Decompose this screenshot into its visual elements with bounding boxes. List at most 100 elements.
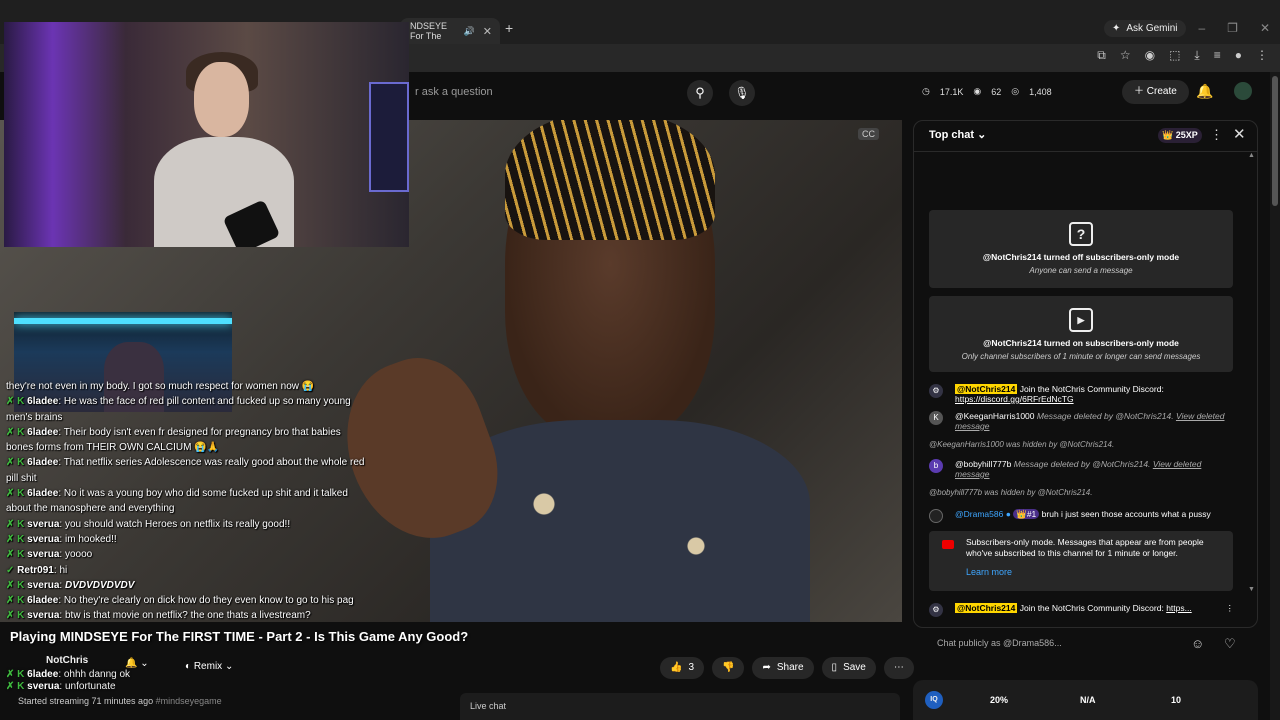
chat-author[interactable]: @bobyhill777b <box>955 459 1011 469</box>
chat-message[interactable]: K @KeeganHarris1000 Message deleted by @… <box>929 411 1234 431</box>
close-window-button[interactable]: ✕ <box>1260 21 1270 35</box>
xp-badge[interactable]: 👑 25XP <box>1158 128 1202 143</box>
badge-icon: ✗ K <box>6 533 28 545</box>
video-frame-hair <box>505 120 715 240</box>
bookmark-star-icon[interactable]: ☆ <box>1120 48 1131 63</box>
overlay-chat-user: Retr091 <box>17 564 54 576</box>
extension-logo[interactable]: IQ <box>925 691 943 709</box>
stream-stats: ◷ 17.1K ◉ 62 ◎ 1,408 <box>922 86 1052 97</box>
puzzle-icon[interactable]: ⬚ <box>1169 48 1180 63</box>
new-tab-button[interactable]: + <box>505 20 513 36</box>
subscribe-bell-button[interactable]: 🔔 ⌄ <box>125 658 169 678</box>
chat-scroll-down-icon[interactable]: ▼ <box>1248 586 1255 593</box>
window-controls: – ❐ ✕ <box>1198 21 1270 35</box>
download-icon[interactable]: ⤓ <box>1194 48 1199 63</box>
save-button[interactable]: ▯ Save <box>821 657 876 679</box>
more-actions-button[interactable]: ⋯ <box>883 657 914 679</box>
overlay-chat-text: they're not even in my body. I got so mu… <box>6 381 315 392</box>
remix-button[interactable]: ◐ Remix ⌄ <box>179 657 239 677</box>
dislike-button[interactable]: 👎 <box>712 657 745 679</box>
channel-name[interactable]: NotChris <box>46 655 88 666</box>
page-scrollbar-thumb[interactable] <box>1272 76 1278 206</box>
learn-more-link[interactable]: Learn more <box>966 567 1012 577</box>
overlay-chat-user: 6ladee <box>27 457 59 469</box>
overlay-chat-user: 6ladee <box>27 426 59 438</box>
share-label: Share <box>776 662 804 673</box>
badge-icon: ✗ K <box>6 595 28 607</box>
save-label: Save <box>843 662 866 673</box>
chat-message[interactable]: ⚙ @NotChris214 Join the NotChris Communi… <box>929 384 1234 404</box>
overlay-chat-text: No they're clearly on dick how do they e… <box>63 595 354 607</box>
minimize-button[interactable]: – <box>1198 21 1205 35</box>
owner-avatar: ⚙ <box>929 384 943 398</box>
mic-icon[interactable]: 🎙 <box>729 80 755 106</box>
browser-tab[interactable]: NDSEYE For The 🔊 ✕ <box>400 18 500 44</box>
overlay-chat-line: ✗ K sverua: yoooo <box>6 549 93 561</box>
share-button[interactable]: ➦ Share <box>752 657 814 679</box>
speaker-icon[interactable]: 🔊 <box>464 26 475 37</box>
chat-input[interactable]: Chat publicly as @Drama586... <box>937 638 1062 648</box>
heart-icon[interactable]: ♡ <box>1224 636 1236 652</box>
overlay-chat-line: ✗ K sverua: btw is that movie on netflix… <box>6 610 311 622</box>
chat-menu-icon[interactable]: ⋮ <box>1210 127 1223 143</box>
ask-gemini-button[interactable]: ✦ Ask Gemini <box>1104 20 1186 37</box>
create-button[interactable]: ＋ Create <box>1122 80 1189 104</box>
pinned-message[interactable]: ⚙ @NotChris214 Join the NotChris Communi… <box>929 603 1235 617</box>
profile-icon[interactable]: ● <box>1235 48 1242 63</box>
chat-author[interactable]: @KeeganHarris1000 <box>955 411 1035 421</box>
badge-icon: ✗ K <box>6 426 28 438</box>
chat-link[interactable]: https... <box>1166 603 1192 613</box>
overlay-chat-text: He was the face of red pill content and … <box>6 396 351 423</box>
stream-hashtag[interactable]: #mindseyegame <box>156 696 222 706</box>
verified-icon: ● <box>1005 509 1011 519</box>
overlay-chat-text: im hooked!! <box>64 533 117 545</box>
badge-icon: ✗ K <box>6 579 28 591</box>
chat-text: bruh i just seen those accounts what a p… <box>1041 509 1211 519</box>
overlay-chat-text: yoooo <box>64 549 93 561</box>
close-tab-icon[interactable]: ✕ <box>483 25 492 38</box>
chat-author[interactable]: @NotChris214 <box>955 603 1018 613</box>
overlay-chat-tail: ✗ K 6ladee: ohhh danng ok ✗ K sverua: un… <box>6 669 130 692</box>
overlay-chat-line: ✗ K sverua: im hooked!! <box>6 533 117 545</box>
like-button[interactable]: 👍 3 <box>660 657 705 679</box>
pinned-menu-icon[interactable]: ⋮ <box>1226 603 1235 613</box>
live-chat-tab[interactable]: Live chat <box>460 693 900 720</box>
media-icon[interactable]: ≡ <box>1214 48 1221 63</box>
views-count: 17.1K <box>939 86 964 97</box>
chat-text: Join the NotChris Community Discord: <box>1019 603 1164 613</box>
chat-link[interactable]: https://discord.gg/6RFrEdNcTG <box>955 394 1074 404</box>
close-chat-icon[interactable]: ✕ <box>1233 125 1246 143</box>
chat-scroll-up-icon[interactable]: ▲ <box>1248 152 1255 159</box>
chat-filter-dropdown[interactable]: Top chat ⌄ <box>929 128 986 141</box>
badge-icon: ✗ K <box>6 610 28 622</box>
emoji-icon[interactable]: ☺ <box>1191 636 1204 651</box>
video-title: Playing MINDSEYE For The FIRST TIME - Pa… <box>10 629 469 644</box>
install-icon[interactable]: ⧉ <box>1097 48 1106 63</box>
user-avatar: K <box>929 411 943 425</box>
overlay-chat-user: sverua <box>27 579 60 591</box>
overlay-chat-text: btw is that movie on netflix? the one th… <box>64 610 311 622</box>
menu-kebab-icon[interactable]: ⋮ <box>1256 48 1268 63</box>
overlay-chat-line: ✗ K 6ladee: That netflix series Adolesce… <box>6 457 365 484</box>
chat-divider <box>913 151 1258 152</box>
chat-author[interactable]: @Drama586 <box>955 509 1003 519</box>
overlay-chat-user: sverua <box>27 610 60 622</box>
overlay-chat-text: DVDVDVDVDV <box>64 579 135 591</box>
create-label: Create <box>1146 86 1177 97</box>
account-avatar[interactable] <box>1234 82 1252 100</box>
search-icon[interactable]: ⚲ <box>687 80 713 106</box>
overlay-chat-user: sverua <box>27 680 60 692</box>
captions-icon[interactable]: CC <box>858 128 879 140</box>
notifications-bell-icon[interactable]: 🔔 <box>1196 83 1213 100</box>
maximize-button[interactable]: ❐ <box>1227 21 1238 35</box>
overlay-chat-text: hi <box>59 564 68 576</box>
chat-message[interactable]: @Drama586 ● 👑#1 bruh i just seen those a… <box>929 509 1234 523</box>
bookmark-icon: ▯ <box>831 662 838 673</box>
badge-icon: ✗ K <box>6 396 28 408</box>
overlay-chat-line: ✗ K 6ladee: No it was a young boy who di… <box>6 488 348 515</box>
extension-icon[interactable]: ◉ <box>1145 48 1155 63</box>
overlay-chat-line: ✗ K 6ladee: Their body isn't even fr des… <box>6 426 341 454</box>
chat-author[interactable]: @NotChris214 <box>955 384 1018 394</box>
xp-value: 25XP <box>1175 130 1198 140</box>
chat-message[interactable]: b @bobyhill777b Message deleted by @NotC… <box>929 459 1234 479</box>
